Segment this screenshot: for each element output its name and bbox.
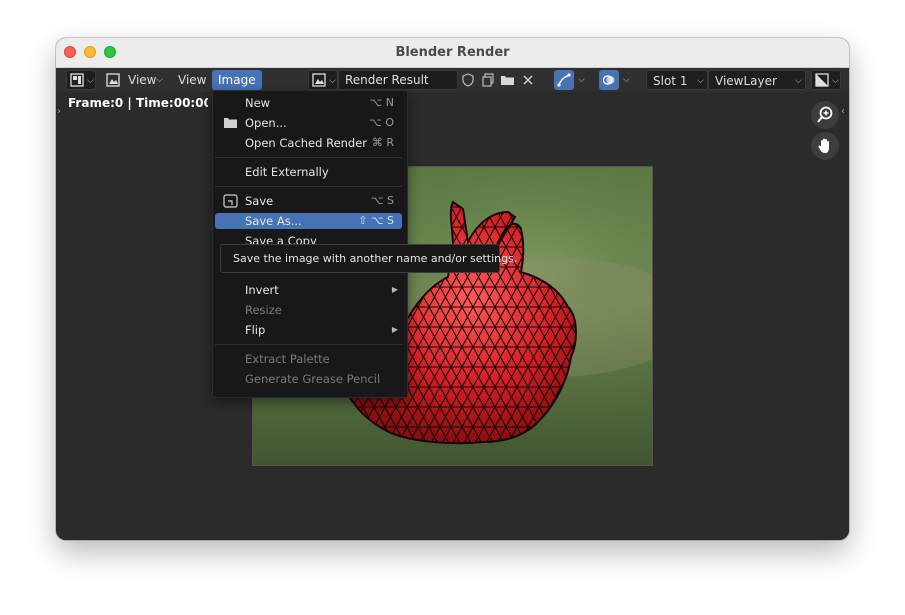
folder-open-icon — [224, 118, 237, 128]
submenu-arrow-icon: ▶ — [391, 285, 398, 294]
open-image-button[interactable] — [498, 70, 518, 90]
menu-item-extract-palette: Extract Palette — [245, 352, 330, 366]
unlink-image-button[interactable] — [518, 70, 538, 90]
menu-item-save[interactable]: Save ⌥ S — [215, 193, 402, 209]
fake-user-button[interactable] — [458, 70, 478, 90]
duplicate-icon — [482, 73, 494, 87]
image-menu[interactable]: Image — [212, 70, 262, 90]
zoom-button[interactable] — [811, 101, 839, 129]
menu-item-open-cached-render[interactable]: Open Cached Render ⌘ R — [215, 135, 402, 151]
close-icon — [523, 75, 533, 85]
display-channels-icon — [815, 73, 829, 87]
save-as-tooltip: Save the image with another name and/or … — [220, 244, 517, 273]
image-editor-header: ⌵ View ⌵ View Image ⌵ Render Result ⌵ ⌵ … — [56, 68, 849, 92]
image-browse-icon — [312, 73, 326, 87]
menu-separator — [215, 344, 402, 345]
image-icon — [106, 73, 120, 87]
chevron-down-icon: ⌵ — [697, 76, 704, 86]
pan-button[interactable] — [811, 132, 839, 160]
hand-pan-icon — [818, 138, 829, 153]
overlay-toggle[interactable] — [599, 70, 619, 90]
view-mode-dropdown[interactable]: View ⌵ — [104, 70, 168, 90]
menu-item-invert[interactable]: Invert ▶ — [215, 282, 402, 298]
menu-separator — [215, 186, 402, 187]
image-viewport[interactable]: Frame:0 | Time:00:00.14 | Mem › ‹ — [56, 90, 849, 540]
menu-item-new[interactable]: New ⌥ N — [215, 95, 402, 111]
image-browse-button[interactable]: ⌵ — [308, 70, 338, 90]
frame-info-text: Frame:0 | Time:00:00.14 | Mem — [68, 96, 208, 110]
title-bar: Blender Render — [56, 38, 849, 68]
sidebar-toggle-right-icon[interactable]: ‹ — [841, 106, 845, 117]
sidebar-toggle-left-icon[interactable]: › — [57, 106, 61, 117]
fake-user-shield-icon — [462, 73, 474, 87]
zoom-icon — [817, 106, 833, 123]
view-layer-label: ViewLayer — [715, 74, 777, 88]
menu-separator — [215, 157, 402, 158]
editor-type-icon — [70, 73, 84, 87]
menu-item-generate-grease-pencil: Generate Grease Pencil — [245, 372, 381, 386]
blender-window: Blender Render ⌵ View ⌵ View Image ⌵ Ren… — [56, 38, 849, 540]
chevron-down-icon: ⌵ — [329, 76, 336, 86]
image-name-field[interactable]: Render Result — [338, 70, 458, 90]
menu-item-flip[interactable]: Flip ▶ — [215, 322, 402, 338]
chevron-down-icon[interactable]: ⌵ — [623, 70, 630, 90]
view-menu[interactable]: View — [172, 70, 212, 90]
display-channels-button[interactable]: ⌵ — [811, 70, 841, 90]
folder-icon — [501, 76, 514, 85]
chevron-down-icon: ⌵ — [795, 76, 802, 86]
overlay-icon — [602, 75, 615, 85]
new-image-button[interactable] — [478, 70, 498, 90]
menu-item-resize: Resize — [245, 303, 282, 317]
menu-item-edit-externally[interactable]: Edit Externally — [215, 164, 402, 180]
slot-dropdown[interactable]: Slot 1 ⌵ — [646, 70, 708, 90]
slot-label: Slot 1 — [653, 74, 688, 88]
chevron-down-icon: ⌵ — [87, 76, 94, 86]
view-layer-dropdown[interactable]: ViewLayer ⌵ — [708, 70, 806, 90]
menu-item-open[interactable]: Open... ⌥ O — [215, 115, 402, 131]
submenu-arrow-icon: ▶ — [391, 325, 398, 334]
chevron-down-icon: ⌵ — [832, 76, 839, 86]
menu-item-save-as[interactable]: Save As... ⇧ ⌥ S — [215, 213, 402, 229]
gizmo-toggle[interactable] — [554, 70, 574, 90]
save-icon — [223, 194, 238, 208]
chevron-down-icon: ⌵ — [156, 75, 163, 85]
gizmo-icon — [557, 73, 571, 87]
window-title: Blender Render — [395, 45, 510, 60]
chevron-down-icon[interactable]: ⌵ — [578, 70, 585, 90]
view-mode-label: View — [128, 73, 157, 87]
editor-type-button[interactable]: ⌵ — [66, 70, 96, 90]
